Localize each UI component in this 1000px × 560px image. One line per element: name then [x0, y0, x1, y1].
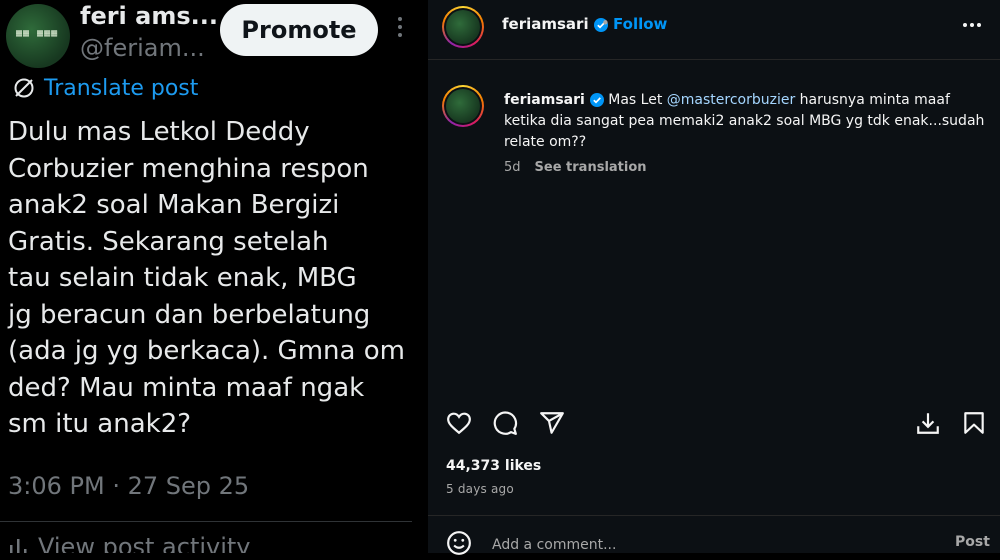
x-post-body: Dulu mas Letkol Deddy Corbuzier menghina… [8, 114, 420, 443]
view-post-activity-label: View post activity [38, 533, 251, 553]
likes-count[interactable]: 44,373 likes [446, 458, 541, 474]
download-icon[interactable] [915, 410, 941, 440]
x-author-name[interactable]: feri ams... [80, 2, 218, 30]
see-translation-link[interactable]: See translation [535, 160, 647, 175]
caption-username[interactable]: feriamsari [504, 92, 585, 108]
post-text-line: anak2 soal Makan Bergizi [8, 190, 340, 220]
post-text-line: tau selain tidak enak, MBG [8, 263, 357, 293]
post-text-line: Corbuzier menghina respon [8, 153, 369, 184]
comment-input[interactable] [492, 532, 912, 558]
post-text-line: Dulu mas Letkol Deddy [8, 117, 310, 147]
translate-post-label: Translate post [44, 75, 199, 101]
promote-button[interactable]: Promote [220, 4, 378, 56]
post-text-line: sm itu anak2? [8, 409, 192, 439]
x-author-handle[interactable]: @feriam... [80, 34, 205, 62]
avatar [446, 10, 480, 44]
divider [0, 521, 412, 522]
ig-header-avatar[interactable] [442, 6, 484, 48]
ig-header-username[interactable]: feriamsari [502, 15, 608, 33]
post-text-line: (ada jg yg berkaca). Gmna om [8, 336, 405, 366]
ig-caption-avatar[interactable] [442, 85, 484, 127]
x-author-avatar[interactable]: ▦▦ ▦▦▦ [6, 4, 70, 68]
ig-username-text: feriamsari [502, 15, 589, 33]
divider [428, 59, 1000, 60]
analytics-icon [10, 539, 27, 553]
separator-dot: • [601, 14, 610, 32]
emoji-icon[interactable] [446, 530, 472, 560]
avatar-image-detail: ▦▦ ▦▦▦ [16, 28, 59, 39]
post-comment-button[interactable]: Post [955, 534, 990, 550]
posted-ago: 5 days ago [446, 482, 514, 496]
follow-button[interactable]: Follow [613, 15, 667, 33]
translate-post-link[interactable]: Translate post [12, 72, 198, 104]
verified-badge-icon [589, 93, 604, 107]
post-text-line: Gratis. Sekarang setelah [8, 226, 329, 257]
share-icon[interactable] [539, 410, 565, 440]
caption-mention-link[interactable]: @mastercorbuzier [667, 92, 795, 108]
comment-icon[interactable] [492, 410, 518, 440]
heart-icon[interactable] [446, 410, 472, 440]
more-vertical-icon[interactable] [392, 16, 408, 46]
x-post-timestamp[interactable]: 3:06 PM · 27 Sep 25 [8, 472, 249, 500]
ig-caption: feriamsari Mas Let @mastercorbuzier haru… [504, 90, 992, 153]
post-text-line: ded? Mau minta maaf ngak [8, 372, 365, 403]
ig-caption-meta: 5d See translation [504, 160, 647, 175]
caption-age: 5d [504, 160, 521, 175]
x-post-panel: ▦▦ ▦▦▦ feri ams... @feriam... Promote Tr… [0, 0, 428, 553]
more-horizontal-icon[interactable] [962, 12, 982, 33]
view-post-activity-link[interactable]: View post activity [8, 533, 251, 553]
translate-icon [14, 78, 34, 98]
post-text-line: jg beracun dan berbelatung [8, 299, 371, 330]
caption-text-before: Mas Let [608, 92, 667, 108]
avatar [446, 89, 480, 123]
divider [428, 515, 1000, 516]
bookmark-icon[interactable] [961, 410, 987, 440]
